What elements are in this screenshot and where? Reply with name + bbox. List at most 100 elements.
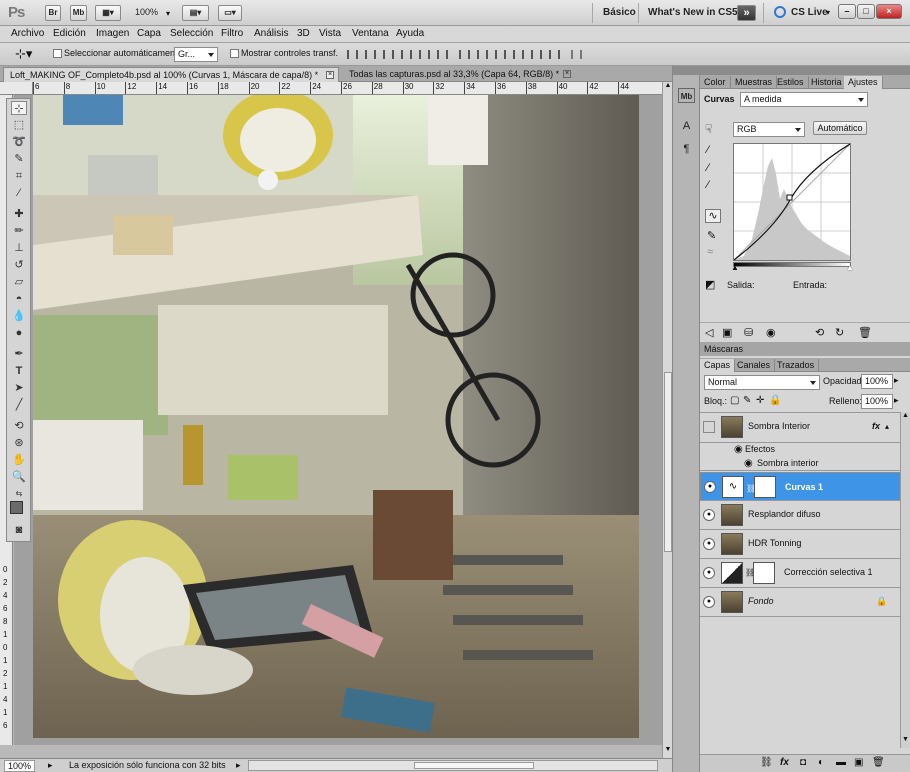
crop-tool-icon[interactable]: ⌗ [11,169,27,183]
distribute-hcenter-icon[interactable] [531,50,542,59]
channel-select[interactable]: RGB [733,122,805,137]
opacity-slider-arrow[interactable]: ▸ [894,375,899,386]
whats-new-workspace[interactable]: What's New in CS5 [648,7,738,18]
menu-3d[interactable]: 3D [297,28,310,39]
align-top-icon[interactable] [347,50,358,59]
tab-trazados[interactable]: Trazados [773,359,820,372]
align-vcenter-icon[interactable] [365,50,376,59]
fill-input[interactable]: 100% [861,394,893,409]
add-style-icon[interactable]: fx [780,757,789,768]
curve-edit-icon[interactable]: ∿ [705,209,721,223]
view-previous-icon[interactable]: ⟲ [815,326,824,339]
close-button[interactable]: × [876,4,902,19]
show-transform-checkbox[interactable] [230,49,239,58]
more-workspaces-button[interactable]: » [737,5,756,21]
align-hcenter-icon[interactable] [419,50,430,59]
close-icon[interactable]: × [563,70,571,78]
eye-icon[interactable]: ● [703,596,715,608]
zoom-level-select[interactable]: 100% [135,7,158,17]
zoom-tool-icon[interactable]: 🔍 [11,470,27,484]
layer-curvas-1[interactable]: ● ∿ ⛓ Curvas 1 [700,472,908,501]
expand-view-icon[interactable]: ▣ [722,326,732,339]
tab-ajustes[interactable]: Ajustes [844,76,883,89]
workspace-basic[interactable]: Básico [603,7,636,18]
layer-sombra-interior[interactable]: Sombra Interior fx ▴ [700,413,908,443]
arrange-documents-button[interactable]: ▤▾ [182,5,209,21]
trash-icon[interactable]: 🗑 [872,757,885,768]
layer-resplandor-difuso[interactable]: ● Resplandor difuso [700,501,908,530]
foreground-color-swatch[interactable] [10,501,23,514]
brush-tool-icon[interactable]: ✏ [11,224,27,238]
view-extras-button[interactable]: ▦▾ [95,5,121,21]
eye-icon[interactable]: ● [703,509,715,521]
distribute-right-icon[interactable] [549,50,560,59]
quick-mask-icon[interactable]: ◙ [11,523,27,537]
tab-color[interactable]: Color [700,76,731,89]
menu-ayuda[interactable]: Ayuda [396,28,424,39]
align-left-icon[interactable] [401,50,412,59]
quick-select-tool-icon[interactable]: ✎ [11,152,27,166]
menu-ventana[interactable]: Ventana [352,28,389,39]
close-icon[interactable]: × [326,71,334,79]
menu-capa[interactable]: Capa [137,28,161,39]
trash-icon[interactable]: 🗑 [858,326,872,339]
fill-slider-arrow[interactable]: ▸ [894,395,899,406]
scroll-thumb[interactable] [664,372,672,552]
black-slider-handle[interactable]: ▲ [731,263,739,272]
align-right-icon[interactable] [437,50,448,59]
lock-pixels-icon[interactable]: ✎ [743,395,751,406]
eye-icon[interactable]: ● [703,567,715,579]
auto-button[interactable]: Automático [813,121,867,135]
clip-to-layer-icon[interactable]: ⛁ [744,326,753,339]
blend-mode-select[interactable]: Normal [704,375,820,390]
curves-preset-select[interactable]: A medida [740,92,868,107]
opacity-input[interactable]: 100% [861,374,893,389]
reset-icon[interactable]: ↻ [835,326,844,339]
gray-point-eyedropper-icon[interactable]: ⁄ [707,162,709,174]
move-tool-icon[interactable]: ⊹ [11,101,27,115]
ruler-origin[interactable] [0,82,33,95]
pen-tool-icon[interactable]: ✒ [11,347,27,361]
menu-archivo[interactable]: Archivo [11,28,44,39]
layer-hdr-tonning[interactable]: ● HDR Tonning [700,530,908,559]
status-zoom[interactable]: 100% [4,760,36,772]
paragraph-panel-icon[interactable]: ¶ [678,142,695,157]
eye-icon[interactable]: ◉ [744,458,753,469]
auto-align-icon[interactable] [571,50,582,59]
new-adjustment-icon[interactable]: ◐ [818,757,824,768]
restore-button[interactable]: □ [857,4,875,19]
tab-estilos[interactable]: Estilos [773,76,809,89]
white-point-eyedropper-icon[interactable]: ⁄ [707,179,709,191]
move-tool-icon[interactable]: ⊹▾ [15,46,32,62]
smooth-curve-icon[interactable]: ≈ [707,246,713,258]
cs-live-button[interactable]: CS Live [791,7,828,18]
screen-mode-button[interactable]: ▭▾ [218,5,242,21]
on-image-adjust-icon[interactable]: ☟ [705,122,712,136]
layer-mask-thumbnail[interactable] [754,476,776,498]
tab-todas-capturas[interactable]: Todas las capturas.psd al 33,3% (Capa 64… [343,67,575,82]
scroll-down-arrow[interactable]: ▼ [664,746,672,756]
menu-filtro[interactable]: Filtro [221,28,243,39]
tab-loft-document[interactable]: Loft_MAKING OF_Completo4b.psd al 100% (C… [3,67,339,82]
calculate-clipping-icon[interactable]: ◩ [705,278,715,291]
distribute-bottom-icon[interactable] [495,50,506,59]
paint-bucket-tool-icon[interactable]: ◓ [11,292,27,306]
path-selection-tool-icon[interactable]: ➤ [11,381,27,395]
eraser-tool-icon[interactable]: ▱ [11,275,27,289]
eye-icon[interactable]: ● [704,481,716,493]
menu-vista[interactable]: Vista [319,28,341,39]
eye-icon[interactable]: ● [703,538,715,550]
hand-tool-icon[interactable]: ✋ [11,453,27,467]
blur-tool-icon[interactable]: 💧 [11,309,27,323]
horizontal-ruler[interactable]: 6 8 10 12 14 16 18 20 22 24 26 28 30 32 34 36 38 40 42 44 [33,82,662,95]
link-layers-icon[interactable]: ⛓ [760,757,773,768]
scroll-up-arrow[interactable]: ▲ [664,82,672,92]
scroll-thumb[interactable] [414,762,534,769]
black-point-eyedropper-icon[interactable]: ⁄ [707,144,709,156]
canvas-vertical-scrollbar[interactable]: ▲ ▼ [662,82,672,758]
auto-select-checkbox[interactable] [53,49,62,58]
type-tool-icon[interactable]: T [11,364,27,378]
character-panel-icon[interactable]: A [678,119,695,134]
bridge-button[interactable]: Br [45,5,61,21]
line-tool-icon[interactable]: ╱ [11,398,27,412]
